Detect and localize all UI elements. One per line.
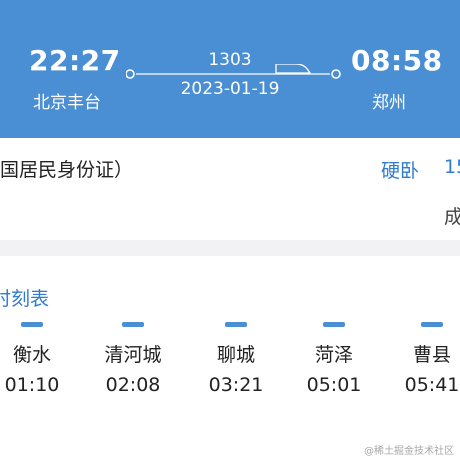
stop-name: 菏泽	[314, 344, 353, 366]
stop-time: 03:21	[208, 374, 264, 396]
train-icon	[275, 64, 311, 74]
stop-name: 衡水	[12, 344, 51, 366]
timetable-stop[interactable]: 清河城 02:08	[93, 322, 173, 396]
passenger-card: 国居民身份证） 硬卧 15 成	[0, 138, 460, 240]
train-date: 2023-01-19	[180, 79, 280, 99]
stop-marker	[421, 322, 443, 327]
origin-dot-icon	[126, 69, 135, 79]
stop-marker	[21, 322, 43, 327]
timetable-title: 时刻表	[0, 288, 50, 310]
timetable-stop[interactable]: 衡水 01:10	[0, 322, 72, 396]
stop-time: 05:01	[306, 374, 362, 396]
destination-dot-icon	[331, 69, 341, 79]
timetable-stop[interactable]: 聊城 03:21	[196, 322, 276, 396]
arrival-time: 08:58	[351, 44, 443, 77]
trip-header: 22:27 北京丰台 1303 2023-01-19 08:58 郑州	[0, 0, 460, 138]
id-type-label: 国居民身份证）	[0, 159, 134, 181]
stop-time: 01:10	[4, 374, 60, 396]
stop-marker	[323, 322, 345, 327]
stop-time: 02:08	[105, 374, 161, 396]
stop-name: 聊城	[216, 344, 255, 366]
timetable-stop[interactable]: 菏泽 05:01	[294, 322, 374, 396]
stop-time: 05:41	[404, 374, 460, 396]
stop-name: 清河城	[104, 344, 162, 366]
timetable-stop[interactable]: 曹县 05:41	[392, 322, 460, 396]
departure-time: 22:27	[29, 44, 121, 77]
arrival-station: 郑州	[372, 93, 406, 113]
ticket-kind: 成	[444, 206, 460, 228]
timetable-card: 时刻表 衡水 01:10 清河城 02:08 聊城 03:21 菏泽 05:01…	[0, 256, 460, 460]
departure-station: 北京丰台	[33, 93, 101, 113]
watermark: @稀土掘金技术社区	[364, 446, 454, 457]
seat-type: 硬卧	[381, 160, 420, 182]
seat-number: 15	[444, 156, 460, 178]
stop-marker	[225, 322, 247, 327]
stop-marker	[122, 322, 144, 327]
stop-name: 曹县	[412, 344, 451, 366]
